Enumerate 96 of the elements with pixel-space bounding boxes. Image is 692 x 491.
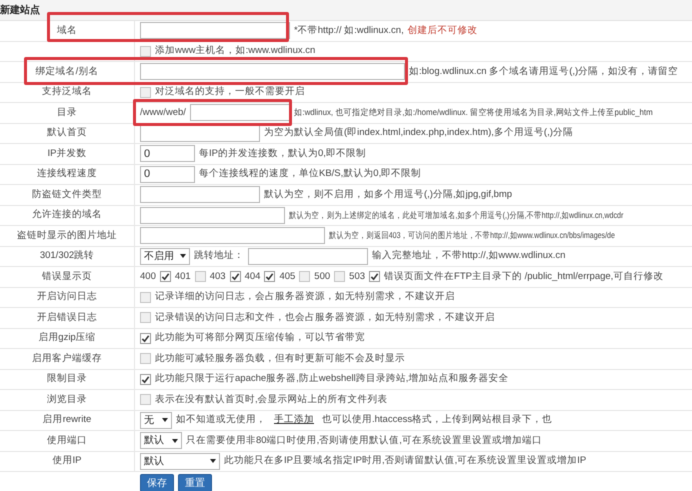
text-field[interactable]: 0: [140, 166, 195, 183]
hint-text: 500: [314, 270, 330, 284]
field-label: 启用rewrite: [42, 413, 92, 428]
checkbox[interactable]: [140, 46, 151, 57]
link[interactable]: 手工添加: [270, 413, 318, 428]
hint-text: 404: [244, 270, 260, 284]
checkmark-icon: [265, 272, 274, 282]
hint-text: 对泛域名的支持，一般不需要开启: [155, 85, 305, 100]
hint-text: 503: [349, 270, 366, 284]
caret-icon: [180, 254, 186, 258]
hint-text: 只在需要使用非80端口时使用,否则请使用默认值,可在系统设置里设置或增加端口: [186, 434, 542, 448]
field-label: 限制目录: [47, 372, 87, 386]
field-label: 开启访问日志: [37, 290, 97, 304]
hint-text: 401: [174, 270, 191, 284]
checkmark-icon: [160, 272, 170, 282]
hint-text: 每IP的并发连接数，默认为0,即不限制: [199, 146, 366, 161]
checkbox[interactable]: [160, 271, 171, 282]
caret-icon: [210, 459, 216, 464]
field-label: IP并发数: [48, 146, 86, 161]
form-button[interactable]: 重置: [178, 474, 212, 491]
field-label: 目录: [57, 106, 77, 120]
form-button[interactable]: 保存: [140, 474, 174, 491]
hint-text: 此功能可减轻服务器负载，但有时更新可能不会及时显示: [155, 352, 405, 366]
hint-text: 此功能只在多IP且要域名指定IP时用,否则请留默认值,可在系统设置里设置或增加IP: [224, 454, 586, 468]
checkbox[interactable]: [369, 271, 380, 282]
field-label: 绑定域名/别名: [36, 64, 98, 79]
field-label: 301/302跳转: [40, 249, 94, 264]
text-field[interactable]: [190, 104, 290, 122]
checkbox[interactable]: [264, 271, 276, 282]
hint-text: 表示在没有默认首页时,会显示网站上的所有文件列表: [155, 392, 388, 407]
text-field[interactable]: [140, 63, 405, 80]
caret-icon: [162, 418, 168, 422]
checkmark-icon: [141, 374, 150, 384]
checkbox[interactable]: [140, 332, 151, 344]
checkbox[interactable]: [230, 271, 241, 282]
field-label: 防盗链文件类型: [32, 188, 102, 202]
field-label: 开启错误日志: [37, 310, 97, 325]
field-label: 连接线程速度: [37, 167, 97, 182]
field-label: 盗链时显示的图片地址: [17, 228, 117, 243]
caret-icon: [172, 438, 178, 443]
checkbox[interactable]: [299, 271, 310, 282]
hint-text: 默认为空，则不启用，如多个用逗号(,)分隔,如jpg,gif,bmp: [264, 188, 512, 202]
text-field[interactable]: [140, 227, 325, 244]
field-label: 错误显示页: [42, 270, 92, 284]
hint-text: 此功能为可将部分网页压缩传输，可以节省带宽: [155, 331, 365, 346]
checkbox[interactable]: [334, 271, 346, 282]
dropdown[interactable]: 默认: [140, 432, 182, 450]
checkmark-icon: [141, 334, 150, 343]
hint-text: 403: [210, 270, 226, 284]
dropdown[interactable]: 默认: [140, 452, 220, 470]
hint-text: 此功能只限于运行apache服务器,防止webshell跨目录跨站,增加站点和服务器安全: [155, 372, 508, 386]
section-title: 新建站点: [0, 3, 40, 18]
dropdown[interactable]: 无: [140, 412, 172, 429]
hint-text: 记录详细的访问日志，会占服务器资源，如无特别需求，不建议开启: [155, 290, 455, 304]
field-label: 使用端口: [47, 434, 87, 448]
text-field[interactable]: [140, 22, 290, 40]
checkbox[interactable]: [140, 353, 151, 364]
field-label: 域名: [57, 24, 77, 38]
hint-text: 如不知道或无使用，: [176, 413, 266, 428]
checkbox[interactable]: [140, 292, 151, 303]
checkbox[interactable]: [140, 374, 151, 385]
hint-text: 默认为空，则返回403，可访问的图片地址，不带http://,如www.wdlinux.cn/bbs/images/de: [329, 229, 615, 242]
field-label: 允许连接的域名: [32, 208, 102, 222]
hint-text: /www/web/: [140, 106, 186, 120]
text-field[interactable]: [248, 248, 368, 265]
field-label: 启用客户端缓存: [32, 352, 102, 366]
checkbox[interactable]: [140, 86, 151, 98]
hint-text: 跳转地址：: [194, 249, 244, 264]
text-field[interactable]: [140, 206, 285, 224]
checkmark-icon: [230, 272, 240, 282]
hint-text: 为空为默认全局值(即index.html,index.php,index.htm),多个用逗号(,)分隔: [264, 126, 573, 140]
hint-text: 405: [279, 270, 296, 284]
warning-text: 创建后不可修改: [408, 24, 478, 38]
checkbox[interactable]: [194, 271, 206, 282]
hint-text: 如:blog.wdlinux.cn 多个域名请用逗号(,)分隔，如没有，请留空: [409, 64, 678, 79]
hint-text: 如:wdlinux, 也可指定绝对目录,如:/home/wdlinux. 留空将使用域名为目录,网站文件上传至public_htm: [294, 106, 653, 120]
field-label: 启用gzip压缩: [38, 331, 96, 346]
field-label: 默认首页: [47, 126, 87, 140]
hint-text: 记录错误的访问日志和文件，也会占服务器资源，如无特别需求，不建议开启: [155, 310, 495, 325]
field-label: 浏览目录: [47, 392, 87, 407]
hint-text: 添加www主机名，如:www.wdlinux.cn: [155, 44, 316, 58]
text-field[interactable]: 0: [140, 145, 195, 162]
field-label: 支持泛域名: [42, 85, 92, 100]
field-label: 使用IP: [52, 454, 82, 468]
hint-text: 错误页面文件在FTP主目录下的 /public_html/errpage,可自行修改: [384, 270, 664, 284]
hint-text: 输入完整地址，不带http://,如www.wdlinux.cn: [372, 249, 566, 264]
checkbox[interactable]: [140, 312, 151, 324]
checkbox[interactable]: [140, 394, 151, 406]
hint-text: *不带http:// 如:wdlinux.cn,: [294, 24, 404, 38]
hint-text: 也可以使用.htaccess格式，上传到网站根目录下，也: [322, 413, 552, 428]
hint-text: 每个连接线程的速度，单位KB/S,默认为0,即不限制: [199, 167, 422, 182]
hint-text: 400: [140, 270, 156, 284]
hint-text: 默认为空，则为上述绑定的域名，此处可增加域名,如多个用逗号(,)分隔,不带http://,如wdlinux.cn,wdcdr: [289, 208, 624, 222]
checkmark-icon: [370, 272, 380, 282]
dropdown[interactable]: 不启用: [140, 248, 190, 265]
text-field[interactable]: [140, 186, 260, 204]
